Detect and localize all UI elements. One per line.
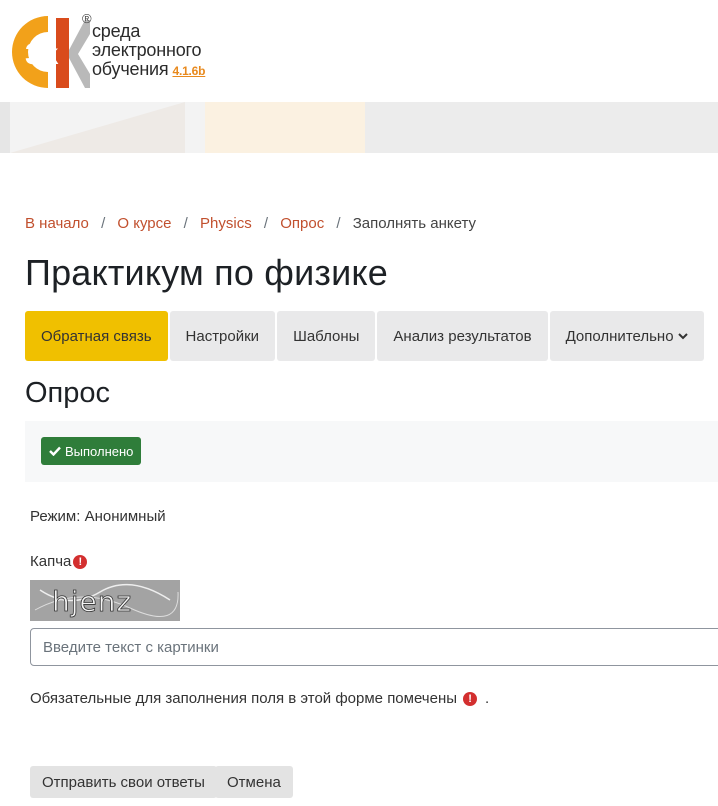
captcha-label: Капча ! (30, 553, 88, 570)
breadcrumb-activity[interactable]: Опрос (280, 215, 324, 232)
activity-title: Опрос (25, 377, 111, 409)
submit-answers-button[interactable]: Отправить свои ответы (30, 766, 217, 798)
required-note-end: . (485, 690, 490, 707)
tab-settings[interactable]: Настройки (169, 311, 276, 361)
site-header: 3k ® среда электронного обучения 4.1.6b (0, 0, 718, 102)
chevron-down-icon (677, 333, 688, 340)
breadcrumb: В начало / О курсе / Physics / Опрос / З… (25, 215, 476, 232)
tab-more[interactable]: Дополнительно (549, 311, 704, 361)
required-fields-note: Обязательные для заполнения поля в этой … (30, 690, 489, 707)
tab-label: Обратная связь (41, 327, 152, 345)
page-title: Практикум по физике (25, 252, 389, 293)
status-badge-label: Выполнено (65, 443, 134, 459)
activity-tabs: Обратная связь Настройки Шаблоны Анализ … (25, 311, 704, 361)
breadcrumb-course-info[interactable]: О курсе (117, 215, 171, 232)
required-icon: ! (73, 554, 88, 569)
tab-label: Настройки (185, 327, 260, 345)
required-note-text: Обязательные для заполнения поля в этой … (30, 690, 458, 707)
completion-panel: Выполнено (25, 421, 718, 482)
captcha-input[interactable] (30, 628, 718, 666)
header-banner (0, 102, 718, 153)
tab-feedback[interactable]: Обратная связь (25, 311, 168, 361)
brand-line-2: электронного (92, 40, 202, 60)
brand-line-1: среда (92, 21, 141, 41)
registered-mark: ® (82, 11, 92, 26)
version-link[interactable]: 4.1.6b (172, 64, 205, 78)
breadcrumb-course[interactable]: Physics (200, 215, 252, 232)
tab-analysis[interactable]: Анализ результатов (377, 311, 548, 361)
breadcrumb-separator: / (183, 215, 188, 232)
brand-text: среда электронного обучения 4.1.6b (92, 22, 205, 81)
cancel-button[interactable]: Отмена (215, 766, 293, 798)
svg-text:hjenz: hjenz (52, 585, 132, 618)
mode-text: Режим: Анонимный (30, 508, 166, 525)
status-badge: Выполнено (41, 437, 142, 465)
breadcrumb-separator: / (101, 215, 106, 232)
captcha-image: hjenz (30, 580, 180, 621)
breadcrumb-home[interactable]: В начало (25, 215, 89, 232)
svg-text:3k: 3k (25, 38, 59, 71)
tab-label: Шаблоны (293, 327, 360, 345)
breadcrumb-separator: / (336, 215, 341, 232)
breadcrumb-current: Заполнять анкету (352, 215, 477, 232)
check-icon (49, 446, 61, 456)
tab-label: Дополнительно (565, 327, 674, 345)
tab-label: Анализ результатов (393, 327, 532, 345)
tab-templates[interactable]: Шаблоны (277, 311, 376, 361)
breadcrumb-separator: / (263, 215, 269, 232)
captcha-label-text: Капча (30, 553, 72, 570)
logo-icon[interactable]: 3k (8, 12, 90, 92)
brand-line-3: обучения (92, 59, 169, 79)
required-icon: ! (463, 691, 478, 706)
